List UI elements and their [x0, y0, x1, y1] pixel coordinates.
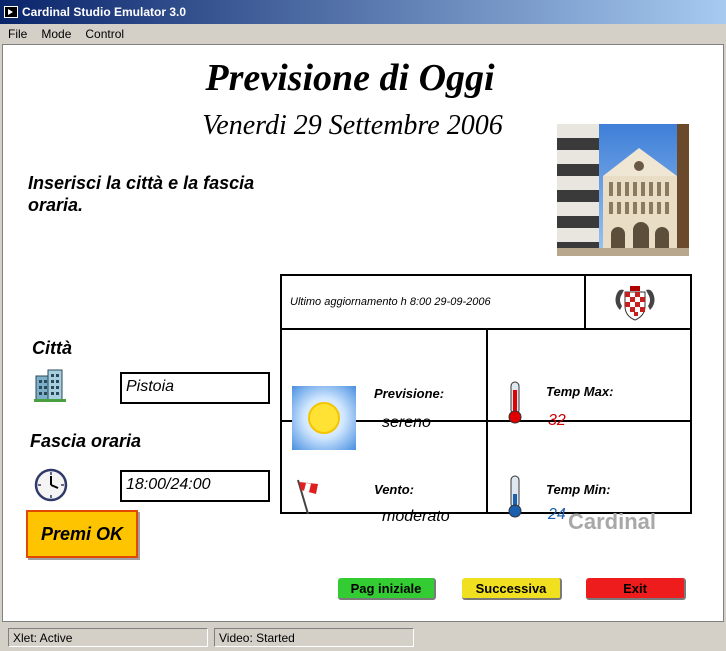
next-button[interactable]: Successiva	[462, 578, 562, 600]
premi-ok-button[interactable]: Premi OK	[26, 510, 138, 558]
crest-icon	[610, 282, 660, 327]
max-temp-value: 32	[548, 412, 566, 429]
building-icon	[34, 368, 66, 407]
window-titlebar: Cardinal Studio Emulator 3.0	[0, 0, 726, 24]
exit-button[interactable]: Exit	[586, 578, 686, 600]
app-icon	[4, 6, 18, 18]
video-status: Video: Started	[214, 628, 414, 647]
time-range-field[interactable]: 18:00/24:00	[120, 470, 270, 502]
instruction-text: Inserisci la città e la fascia oraria.	[28, 173, 255, 215]
min-temp-value: 24	[548, 506, 566, 523]
menu-mode[interactable]: Mode	[33, 27, 77, 41]
menu-file[interactable]: File	[0, 27, 33, 41]
forecast-label: Previsione:	[374, 386, 445, 401]
menu-control[interactable]: Control	[77, 27, 130, 41]
wind-label: Vento:	[374, 482, 414, 497]
max-temp-label: Temp Max:	[546, 384, 614, 399]
cardinal-logo: Cardinal	[568, 509, 657, 534]
forecast-panel: Ultimo aggiornamento h 8:00 29-09-2006 P…	[280, 274, 692, 525]
clock-icon	[34, 468, 68, 507]
status-bar: Xlet: Active Video: Started	[0, 624, 726, 651]
city-label: Città	[32, 338, 72, 358]
xlet-status: Xlet: Active	[8, 628, 208, 647]
thermometer-cold-icon	[506, 474, 524, 523]
wind-value: moderato	[382, 508, 450, 525]
church-photo	[557, 124, 689, 256]
time-range-label: Fascia oraria	[30, 431, 142, 451]
thermometer-hot-icon	[506, 380, 524, 429]
sun-icon	[292, 386, 356, 455]
windsock-icon	[294, 478, 326, 521]
min-temp-label: Temp Min:	[546, 482, 611, 497]
city-field[interactable]: Pistoia	[120, 372, 270, 404]
last-update-text: Ultimo aggiornamento h 8:00 29-09-2006	[290, 296, 491, 308]
home-page-button[interactable]: Pag iniziale	[338, 578, 436, 600]
forecast-value: sereno	[382, 414, 431, 431]
menu-bar: File Mode Control	[0, 24, 726, 44]
page-title: Previsione di Oggi	[205, 57, 495, 99]
window-title: Cardinal Studio Emulator 3.0	[22, 5, 187, 19]
